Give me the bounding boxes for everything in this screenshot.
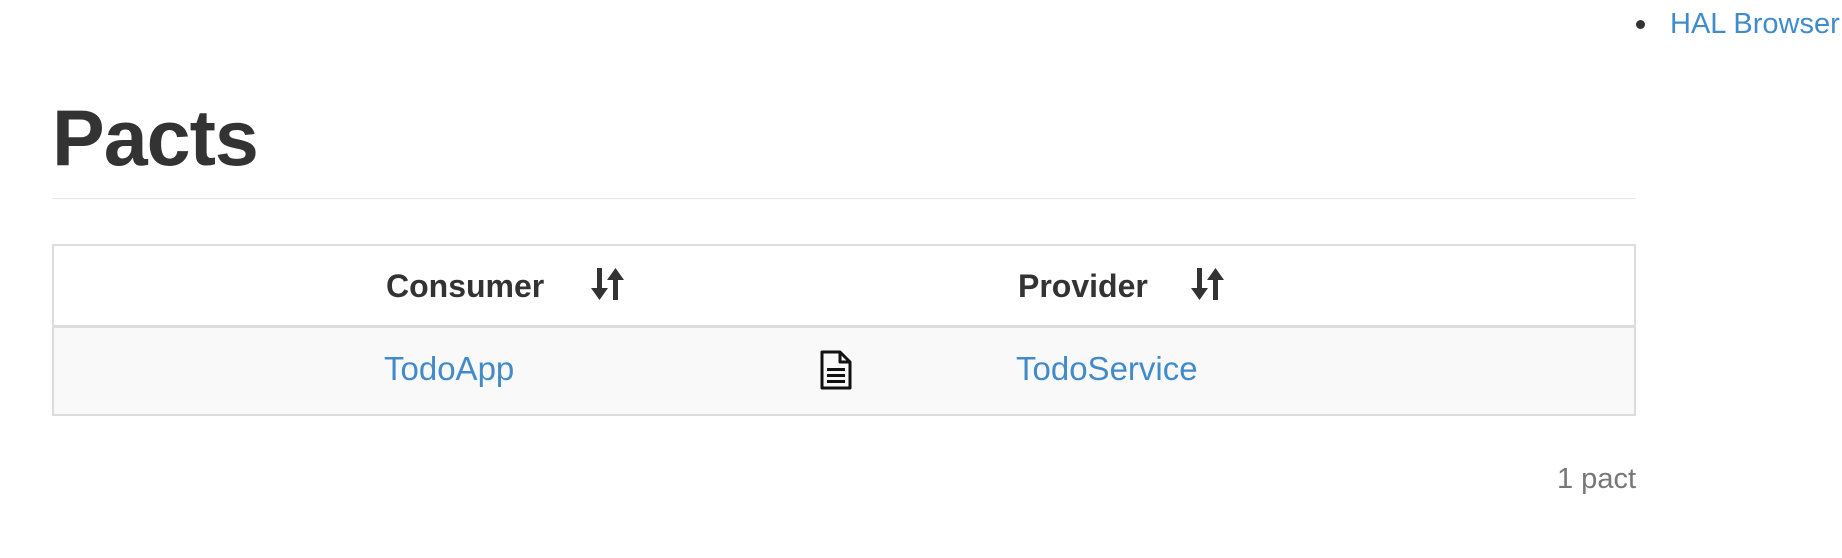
nav-item-hal-browser: HAL Browser [1636, 7, 1840, 41]
bullet-icon [1636, 20, 1645, 29]
provider-link[interactable]: TodoService [1016, 348, 1198, 390]
table-header-row: Consumer Provider [54, 246, 1634, 328]
pact-count: 1 pact [1557, 463, 1636, 495]
hal-browser-link[interactable]: HAL Browser [1670, 8, 1840, 40]
column-header-provider[interactable]: Provider [1018, 266, 1148, 306]
pacts-table: Consumer Provider TodoApp TodoService [52, 244, 1636, 416]
table-row: TodoApp TodoService [54, 328, 1634, 414]
title-divider [52, 198, 1636, 199]
consumer-link[interactable]: TodoApp [384, 348, 514, 390]
page-title: Pacts [52, 93, 259, 182]
sort-arrows-icon[interactable] [590, 264, 626, 304]
sort-arrows-icon[interactable] [1190, 264, 1226, 304]
document-icon[interactable] [819, 350, 853, 390]
column-header-consumer[interactable]: Consumer [386, 266, 544, 306]
